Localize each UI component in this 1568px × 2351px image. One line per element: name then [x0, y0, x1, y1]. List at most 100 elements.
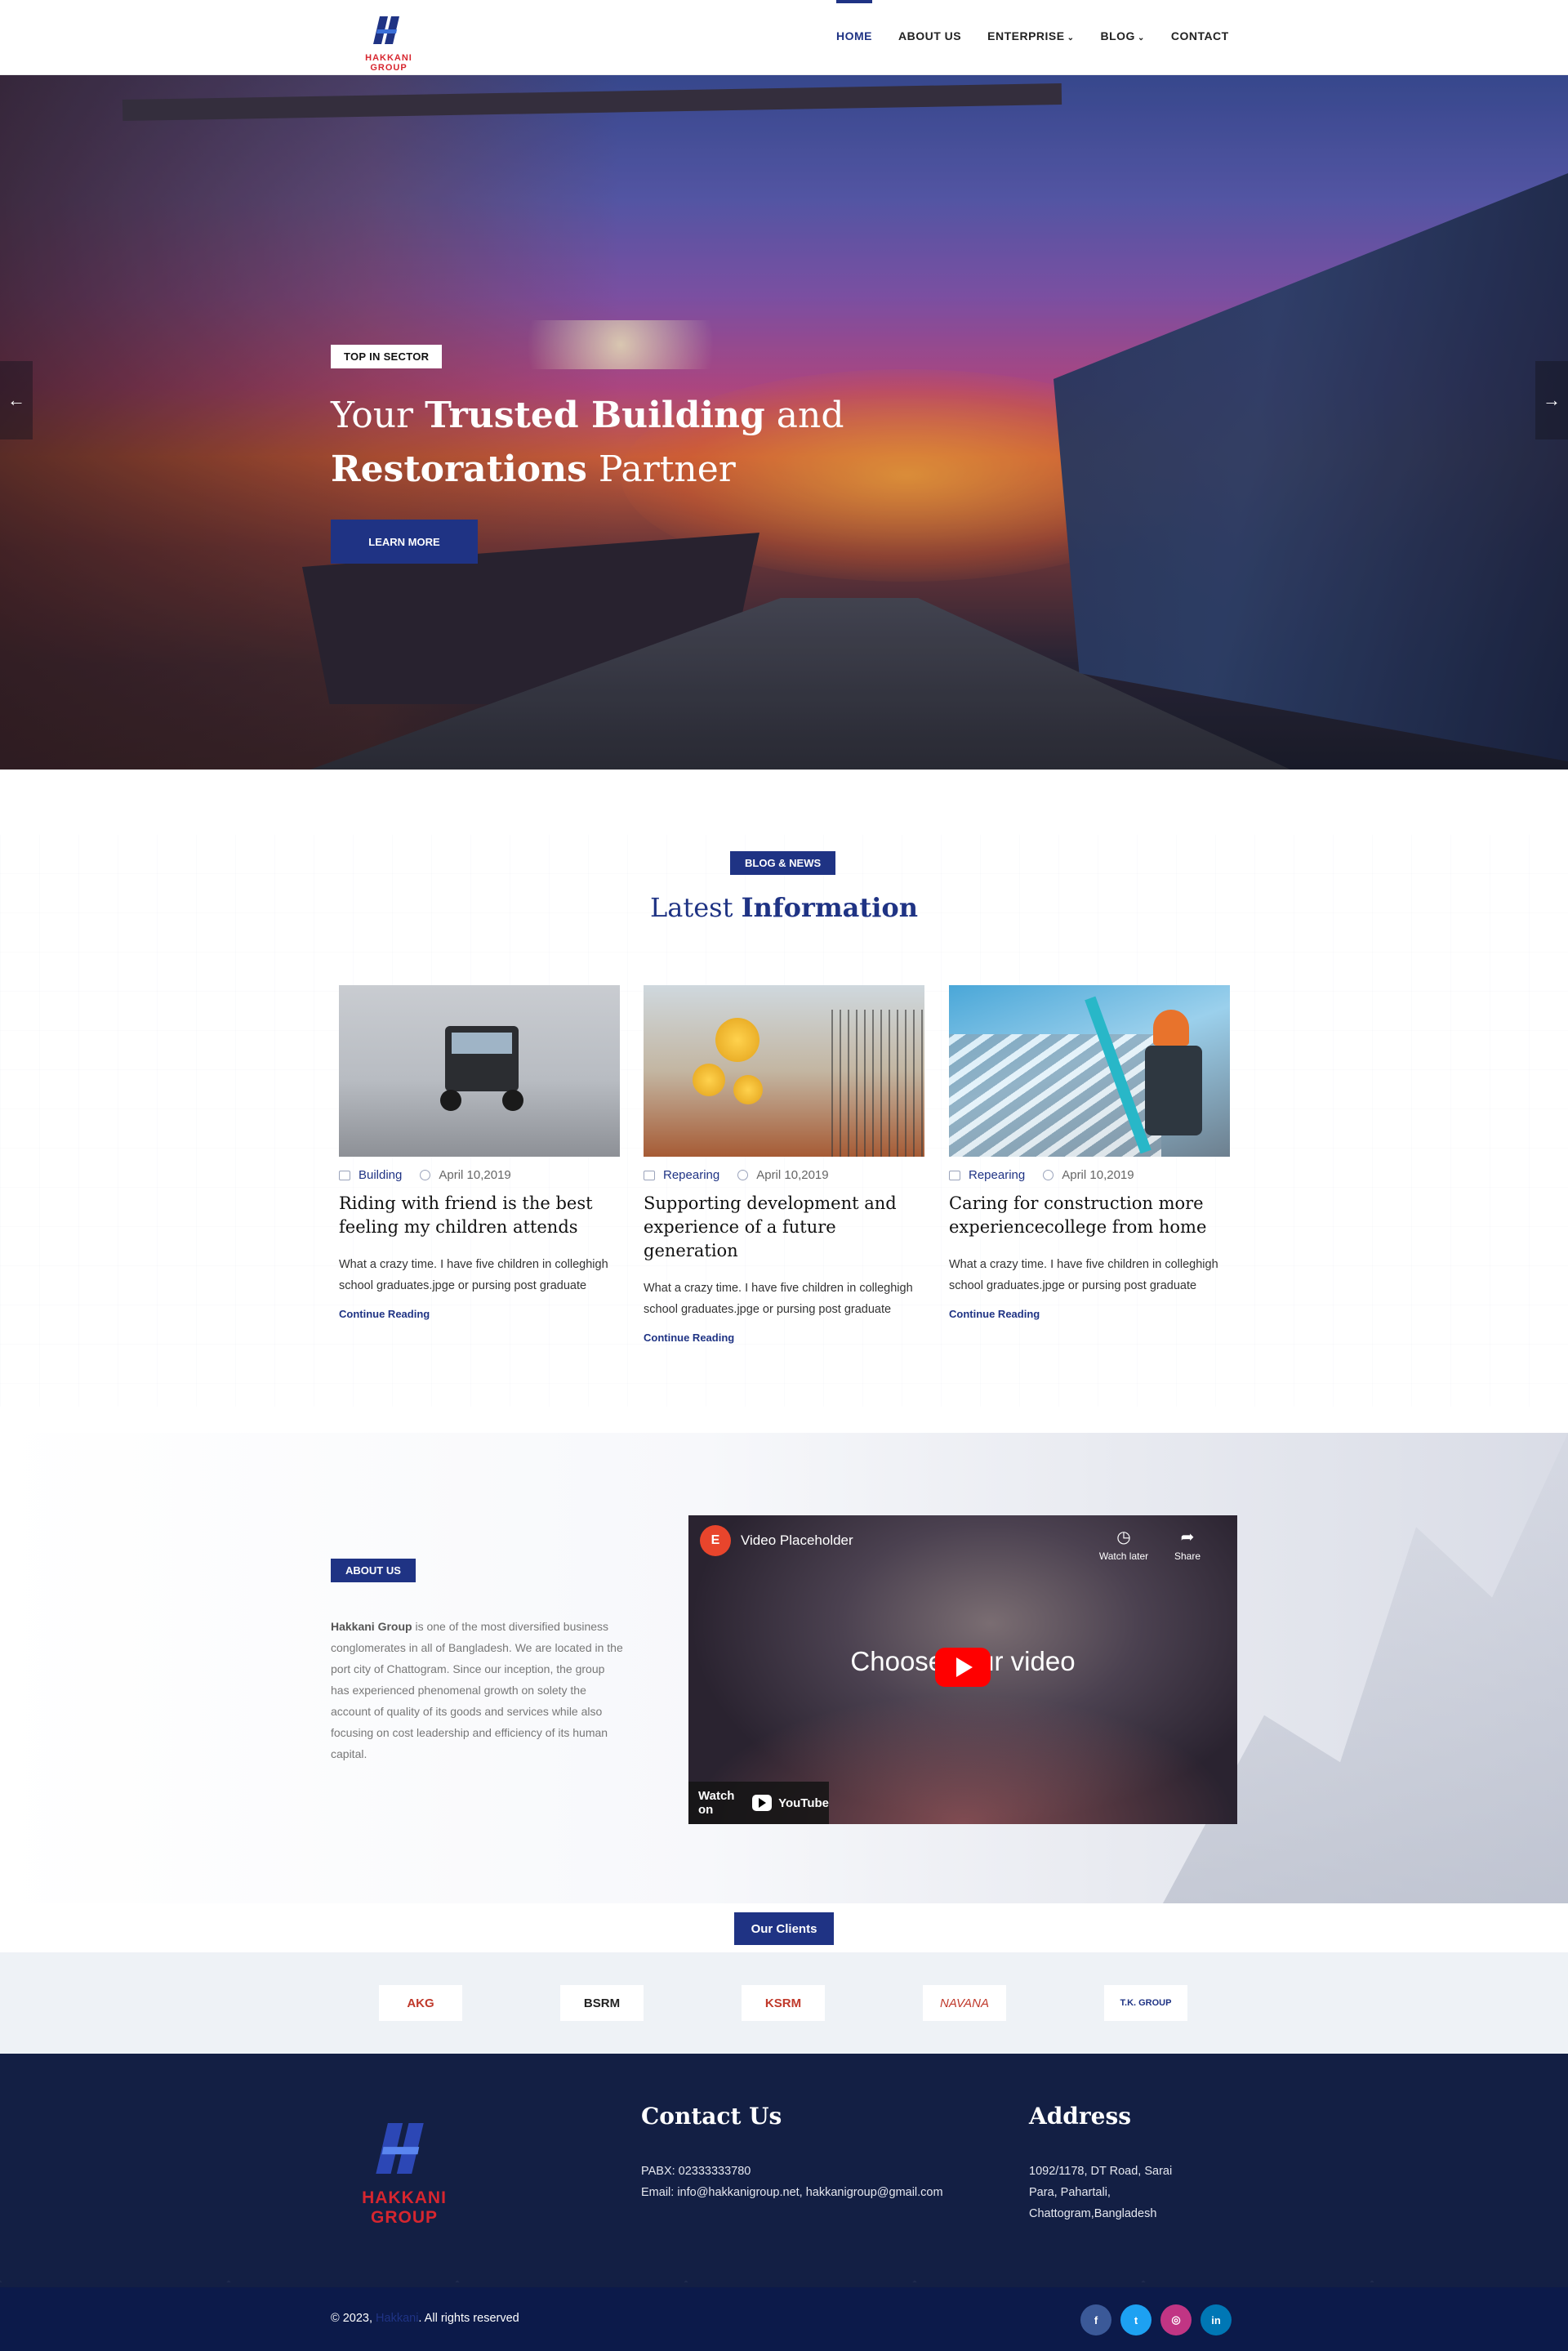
video-header: E Video Placeholder — [700, 1525, 853, 1556]
blog-card-meta: Repearing April 10,2019 — [949, 1168, 1230, 1182]
blog-card-category[interactable]: Building — [359, 1168, 402, 1182]
nav-home-label: HOME — [836, 29, 872, 42]
client-logo-bsrm[interactable]: BSRM — [560, 1985, 644, 2021]
about-body: is one of the most diversified business … — [331, 1620, 623, 1760]
about-description: Hakkani Group is one of the most diversi… — [331, 1616, 625, 1764]
site-logo[interactable]: HAKKANI GROUP — [346, 11, 431, 73]
footer-address-line: Chattogram,Bangladesh — [1029, 2207, 1157, 2220]
nav-blog[interactable]: BLOG ⌄ — [1100, 29, 1144, 42]
site-footer: HAKKANI GROUP Contact Us PABX: 023333337… — [0, 2054, 1568, 2287]
blog-card-image[interactable] — [949, 985, 1230, 1157]
blog-card-category[interactable]: Repearing — [969, 1168, 1025, 1182]
blog-card-excerpt: What a crazy time. I have five children … — [644, 1282, 913, 1316]
play-icon[interactable] — [935, 1648, 991, 1687]
blog-card-meta: Building April 10,2019 — [339, 1168, 620, 1182]
share-button[interactable]: ➦ Share — [1159, 1527, 1216, 1562]
blog-card-date: April 10,2019 — [756, 1168, 829, 1182]
blog-card-excerpt: What a crazy time. I have five children … — [949, 1258, 1218, 1292]
clock-icon — [737, 1170, 749, 1180]
blog-card-category[interactable]: Repearing — [663, 1168, 719, 1182]
blog-card-title[interactable]: Riding with friend is the best feeling m… — [339, 1192, 620, 1239]
footer-contact-title: Contact Us — [641, 2103, 782, 2130]
client-logo-akg[interactable]: AKG — [379, 1985, 462, 2021]
blog-card: Repearing April 10,2019 Caring for const… — [949, 985, 1230, 1320]
folder-icon — [644, 1170, 655, 1180]
client-logo-tk-group[interactable]: T.K. GROUP — [1104, 1985, 1187, 2021]
chevron-down-icon: ⌄ — [1137, 33, 1145, 42]
blog-card-title[interactable]: Caring for construction more experiencec… — [949, 1192, 1230, 1239]
blog-card-title[interactable]: Supporting development and experience of… — [644, 1192, 924, 1263]
watch-on-youtube-button[interactable]: Watch on YouTube — [688, 1782, 829, 1824]
blog-heading: Latest Information — [0, 892, 1568, 923]
nav-enterprise-label: ENTERPRISE — [987, 29, 1065, 42]
clock-icon — [1043, 1170, 1054, 1180]
twitter-icon[interactable]: t — [1120, 2304, 1152, 2335]
client-logo-ksrm[interactable]: KSRM — [742, 1985, 825, 2021]
blog-section: BLOG & NEWS Latest Information Building … — [0, 770, 1568, 1433]
footer-phone[interactable]: PABX: 02333333780 — [641, 2161, 943, 2182]
footer-contact: Contact Us PABX: 02333333780 Email: info… — [641, 2103, 943, 2203]
copyright-brand-link[interactable]: Hakkani — [376, 2312, 418, 2325]
video-embed[interactable]: E Video Placeholder ◷ Watch later ➦ Shar… — [688, 1515, 1237, 1824]
continue-reading-link[interactable]: Continue Reading — [949, 1308, 1230, 1320]
footer-logo[interactable]: HAKKANI GROUP — [331, 2114, 478, 2228]
youtube-icon — [751, 1795, 773, 1811]
footer-logo-text: HAKKANI GROUP — [362, 2188, 447, 2227]
watch-on-label: Watch on — [698, 1789, 735, 1817]
our-clients-button[interactable]: Our Clients — [734, 1912, 834, 1945]
instagram-icon[interactable]: ◎ — [1160, 2304, 1192, 2335]
watch-later-button[interactable]: ◷ Watch later — [1095, 1527, 1152, 1562]
learn-more-button[interactable]: LEARN MORE — [331, 520, 478, 564]
watch-later-label: Watch later — [1098, 1550, 1149, 1562]
blog-card-image[interactable] — [339, 985, 620, 1157]
chevron-down-icon: ⌄ — [1067, 33, 1075, 42]
copyright-suffix: . All rights reserved — [418, 2312, 519, 2325]
blog-tag: BLOG & NEWS — [730, 851, 836, 875]
slider-next-arrow-icon[interactable]: → — [1535, 361, 1568, 439]
clients-strip: AKG BSRM KSRM NAVANA T.K. GROUP — [0, 1952, 1568, 2054]
linkedin-icon[interactable]: in — [1200, 2304, 1232, 2335]
client-logo-navana[interactable]: NAVANA — [923, 1985, 1006, 2021]
site-header: HAKKANI GROUP HOME ABOUT US ENTERPRISE ⌄ … — [0, 0, 1568, 75]
continue-reading-link[interactable]: Continue Reading — [339, 1308, 620, 1320]
clock-icon: ◷ — [1116, 1528, 1131, 1546]
hero-title-part: Your — [331, 395, 425, 436]
blog-heading-bold: Information — [741, 892, 918, 923]
copyright-prefix: © 2023, — [331, 2312, 376, 2325]
blog-card: Repearing April 10,2019 Supporting devel… — [644, 985, 924, 1344]
blog-card-image[interactable] — [644, 985, 924, 1157]
blog-card-date: April 10,2019 — [1062, 1168, 1134, 1182]
blog-card-excerpt: What a crazy time. I have five children … — [339, 1258, 608, 1292]
nav-enterprise[interactable]: ENTERPRISE ⌄ — [987, 29, 1074, 42]
about-section: ABOUT US Hakkani Group is one of the mos… — [0, 1433, 1568, 1903]
footer-address-line: Para, Pahartali, — [1029, 2186, 1111, 2199]
slider-prev-arrow-icon[interactable]: ← — [0, 361, 33, 439]
about-tag: ABOUT US — [331, 1559, 416, 1582]
hero-badge: TOP IN SECTOR — [331, 345, 443, 368]
video-title[interactable]: Video Placeholder — [741, 1532, 853, 1549]
youtube-label: YouTube — [778, 1796, 829, 1810]
nav-about-label: ABOUT US — [898, 29, 962, 42]
nav-contact-label: CONTACT — [1170, 29, 1229, 42]
footer-address: Address 1092/1178, DT Road, Sarai Para, … — [1029, 2103, 1172, 2224]
hero-title-bold: Restorations — [331, 448, 587, 490]
blog-card: Building April 10,2019 Riding with frien… — [339, 985, 620, 1320]
about-company-name: Hakkani Group — [331, 1620, 412, 1633]
continue-reading-link[interactable]: Continue Reading — [644, 1332, 924, 1344]
blog-card-date: April 10,2019 — [439, 1168, 511, 1182]
facebook-icon[interactable]: f — [1080, 2304, 1111, 2335]
logo-text: HAKKANI GROUP — [365, 53, 412, 73]
nav-home[interactable]: HOME — [836, 0, 872, 42]
footer-address-line: 1092/1178, DT Road, Sarai — [1029, 2165, 1173, 2178]
nav-contact[interactable]: CONTACT — [1171, 29, 1229, 42]
blog-card-meta: Repearing April 10,2019 — [644, 1168, 924, 1182]
nav-about-us[interactable]: ABOUT US — [898, 29, 961, 42]
folder-icon — [949, 1170, 960, 1180]
hero-title-bold: Trusted Building — [425, 395, 765, 436]
footer-email[interactable]: Email: info@hakkanigroup.net, hakkanigro… — [641, 2182, 943, 2203]
hero-title-part: and — [764, 395, 844, 436]
copyright-bar: © 2023, Hakkani. All rights reserved f t… — [0, 2287, 1568, 2351]
hero-title-part: Partner — [586, 448, 736, 490]
folder-icon — [339, 1170, 350, 1180]
blog-heading-light: Latest — [650, 892, 742, 923]
